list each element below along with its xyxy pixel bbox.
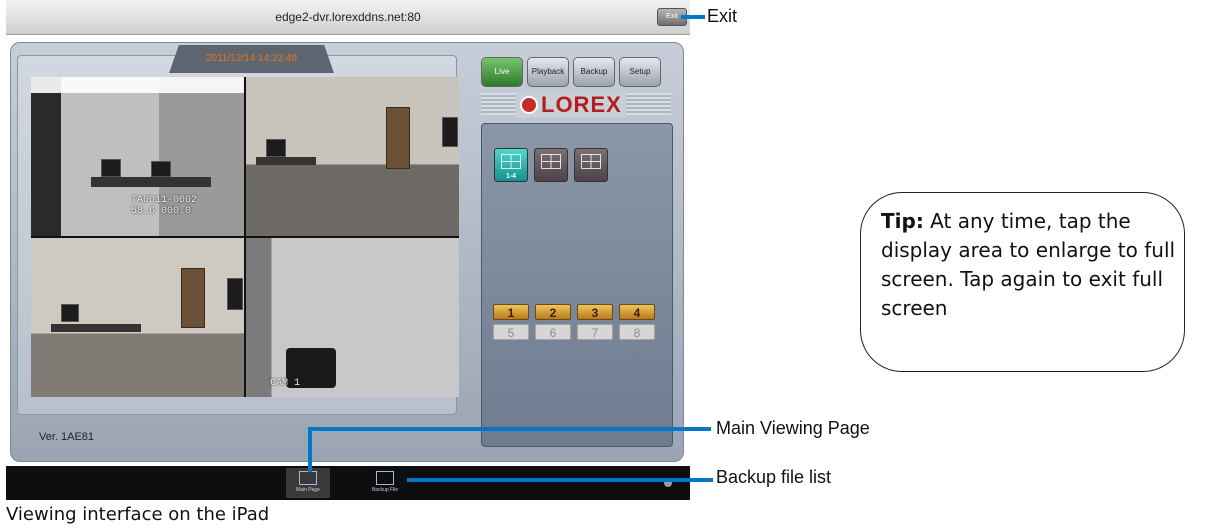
layout-quad-button[interactable]: 1-4	[494, 148, 528, 182]
lorex-logo-icon	[520, 96, 538, 114]
camera-view-2[interactable]	[246, 77, 459, 236]
channel-6-button[interactable]: 6	[535, 324, 571, 340]
tip-label: Tip:	[881, 209, 924, 233]
tip-body: At any time, tap the display area to enl…	[881, 209, 1176, 320]
layout-sixteen-button[interactable]	[574, 148, 608, 182]
video-display-area[interactable]: TA0011-0002 58.6 000.0 CAM 1	[31, 77, 459, 397]
camera-view-1[interactable]: TA0011-0002 58.6 000.0	[31, 77, 244, 236]
channel-5-button[interactable]: 5	[493, 324, 529, 340]
camera-label: CAM 1	[270, 378, 301, 389]
backup-file-tab[interactable]: Backup File	[363, 468, 407, 498]
camera-view-3[interactable]	[31, 238, 244, 397]
mode-tabs: Live Playback Backup Setup	[481, 57, 661, 87]
exit-callout-line	[681, 15, 705, 19]
tab-live[interactable]: Live	[481, 57, 523, 87]
lorex-logo: LOREX	[516, 92, 626, 118]
backup-file-label: Backup File	[371, 487, 399, 493]
title-bar: edge2-dvr.lorexddns.net:80 Exit	[6, 0, 690, 35]
channel-8-button[interactable]: 8	[619, 324, 655, 340]
grid-3x3-icon	[541, 154, 561, 169]
backup-callout-label: Backup file list	[716, 467, 832, 487]
server-address: edge2-dvr.lorexddns.net:80	[275, 10, 421, 24]
app-frame: 2011/12/14 14:23:49 TA0011-0002 58.6 000…	[10, 42, 684, 462]
figure-caption: Viewing interface on the iPad	[6, 504, 270, 525]
bottom-tab-bar: Main Page Backup File	[6, 466, 690, 500]
camera-view-4[interactable]: CAM 1	[246, 238, 459, 397]
tab-backup[interactable]: Backup	[573, 57, 615, 87]
backup-callout-line	[407, 478, 713, 482]
file-icon	[376, 471, 394, 485]
main-page-callout-vertical	[308, 427, 312, 472]
layout-nine-button[interactable]	[534, 148, 568, 182]
camera-overlay-text: TA0011-0002 58.6 000.0	[131, 195, 198, 217]
channel-7-button[interactable]: 7	[577, 324, 613, 340]
grid-2x2-icon	[501, 154, 521, 169]
datetime-tab: 2011/12/14 14:23:49	[169, 45, 334, 73]
tip-box: Tip: At any time, tap the display area t…	[860, 192, 1185, 372]
exit-callout-label: Exit	[707, 6, 738, 26]
layout-label: 1-4	[505, 173, 517, 180]
datetime-display: 2011/12/14 14:23:49	[205, 53, 297, 64]
main-page-callout-horizontal	[308, 427, 711, 431]
control-panel: 1-4 1 2 3 4 5 6 7 8	[481, 123, 673, 447]
logo-text: LOREX	[541, 92, 622, 117]
main-page-tab[interactable]: Main Page	[286, 468, 330, 498]
tip-text: Tip: At any time, tap the display area t…	[881, 207, 1181, 323]
main-page-callout-label: Main Viewing Page	[716, 418, 870, 438]
grid-icon	[299, 471, 317, 485]
channel-1-button[interactable]: 1	[493, 304, 529, 320]
channel-3-button[interactable]: 3	[577, 304, 613, 320]
channel-4-button[interactable]: 4	[619, 304, 655, 320]
tab-setup[interactable]: Setup	[619, 57, 661, 87]
channel-selector: 1 2 3 4 5 6 7 8	[493, 304, 655, 340]
tab-playback[interactable]: Playback	[527, 57, 569, 87]
version-label: Ver. 1AE81	[39, 431, 95, 443]
grid-4x4-icon	[581, 154, 601, 169]
main-page-label: Main Page	[296, 487, 320, 493]
channel-2-button[interactable]: 2	[535, 304, 571, 320]
